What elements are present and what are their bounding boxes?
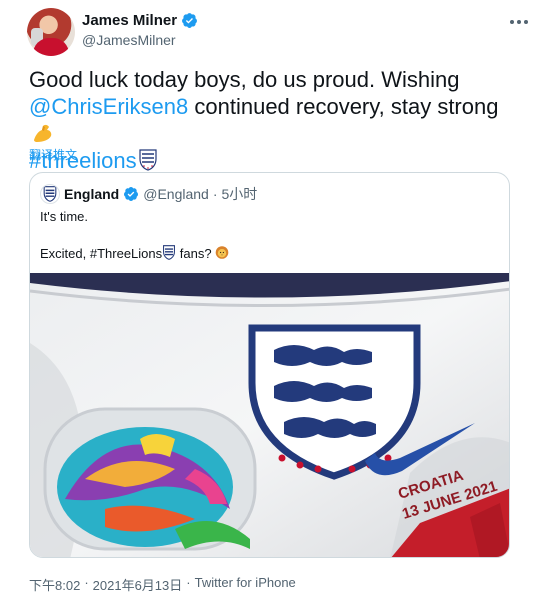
- england-crest-icon: [43, 186, 57, 202]
- author-name-row: James Milner: [82, 12, 198, 29]
- tweet-card: James Milner @JamesMilner Good luck toda…: [0, 0, 554, 604]
- author-handle[interactable]: @JamesMilner: [82, 32, 176, 48]
- lion-face-icon: [215, 246, 229, 259]
- footer-time[interactable]: 下午8:02: [29, 575, 80, 594]
- verified-badge-icon: [124, 187, 139, 201]
- quoted-text-line1: It's time.: [40, 209, 88, 224]
- mention-link[interactable]: @ChrisEriksen8: [29, 94, 188, 119]
- jersey-illustration: CROATIA 13 JUNE 2021: [30, 273, 509, 557]
- ellipsis-icon: [510, 20, 528, 24]
- quoted-separator: ·: [212, 186, 218, 202]
- author-avatar[interactable]: [27, 8, 75, 56]
- footer-source[interactable]: Twitter for iPhone: [195, 575, 296, 594]
- tweet-text: Good luck today boys, do us proud. Wishi…: [29, 66, 529, 174]
- quoted-tweet-header: England @England · 5小时: [40, 184, 257, 204]
- quoted-text-line2-before: Excited,: [40, 246, 90, 261]
- tweet-text-before: Good luck today boys, do us proud. Wishi…: [29, 67, 460, 92]
- euro-patch: [43, 407, 257, 551]
- quoted-tweet[interactable]: England @England · 5小时 It's time. Excite…: [29, 172, 510, 558]
- flexed-biceps-icon: [34, 124, 52, 142]
- shirt-shape: [33, 38, 69, 56]
- quoted-text-line2: Excited, #ThreeLions fans?: [40, 245, 229, 261]
- quoted-time: 5小时: [221, 186, 258, 202]
- footer-separator: ·: [84, 575, 89, 590]
- england-avatar: [40, 184, 60, 204]
- tweet-text-middle: continued recovery, stay strong: [188, 94, 499, 119]
- more-options-icon[interactable]: [504, 10, 534, 34]
- england-crest-icon: [139, 149, 157, 171]
- footer-separator: ·: [186, 575, 191, 590]
- tweet-footer: 下午8:02 · 2021年6月13日 · Twitter for iPhone: [29, 575, 296, 594]
- quoted-text-line2-after: fans?: [176, 246, 216, 261]
- quoted-hashtag: #ThreeLions: [89, 246, 163, 261]
- quoted-author-handle: @England: [143, 186, 209, 202]
- verified-badge-icon: [182, 13, 197, 28]
- translate-tweet-link[interactable]: 翻译推文: [29, 146, 77, 163]
- quoted-author-name: England: [64, 186, 120, 202]
- author-name[interactable]: James Milner: [82, 12, 177, 29]
- england-crest-icon: [163, 245, 176, 260]
- footer-date[interactable]: 2021年6月13日: [93, 575, 183, 594]
- jersey-photo[interactable]: CROATIA 13 JUNE 2021: [30, 273, 509, 557]
